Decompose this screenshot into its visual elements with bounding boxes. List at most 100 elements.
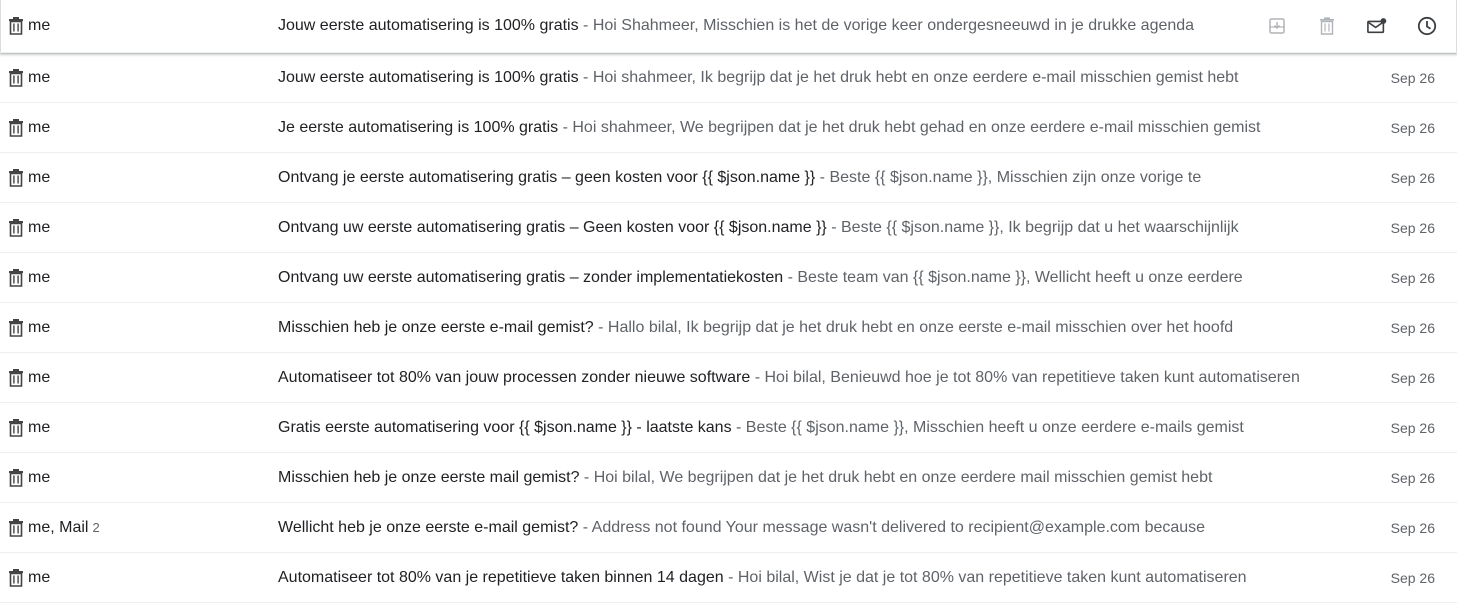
email-sender: me (28, 419, 50, 437)
sender-name: me (28, 268, 51, 286)
email-subject: Je eerste automatisering is 100% gratis (278, 118, 559, 136)
email-subject: Misschien heb je onze eerste e-mail gemi… (278, 318, 594, 336)
email-row[interactable]: me Jouw eerste automatisering is 100% gr… (0, 0, 1457, 53)
snippet-separator: - (578, 518, 592, 536)
email-row[interactable]: me Ontvang uw eerste automatisering grat… (0, 253, 1457, 303)
email-content: Jouw eerste automatisering is 100% grati… (278, 17, 1230, 35)
email-date: Sep 26 (1390, 169, 1435, 186)
email-row[interactable]: me Je eerste automatisering is 100% grat… (0, 103, 1457, 153)
email-date: Sep 26 (1390, 69, 1435, 86)
sender-name: me, Mail (28, 518, 89, 536)
sender-name: me (28, 568, 51, 586)
trash-icon[interactable] (8, 17, 24, 35)
email-content: Automatiseer tot 80% van jouw processen … (278, 369, 1318, 387)
sender-name: me (28, 218, 51, 236)
trash-icon[interactable] (8, 118, 24, 137)
sender-name: me (28, 468, 51, 486)
email-row[interactable]: me Gratis eerste automatisering voor {{ … (0, 403, 1457, 453)
email-content: Ontvang uw eerste automatisering gratis … (278, 219, 1318, 237)
email-content: Wellicht heb je onze eerste e-mail gemis… (278, 519, 1318, 537)
email-subject: Misschien heb je onze eerste mail gemist… (278, 468, 580, 486)
email-subject: Ontvang je eerste automatisering gratis … (278, 168, 816, 186)
email-date: Sep 26 (1390, 369, 1435, 386)
trash-icon[interactable] (8, 568, 24, 587)
trash-icon[interactable] (8, 268, 24, 287)
email-snippet: Hallo bilal, Ik begrijp dat je het druk … (607, 318, 1234, 336)
trash-icon[interactable] (8, 68, 24, 87)
email-sender: me (28, 169, 50, 187)
trash-icon[interactable] (8, 318, 24, 337)
email-sender: me (28, 219, 50, 237)
email-date: Sep 26 (1390, 219, 1435, 236)
sender-name: me (28, 418, 51, 436)
sender-name: me (28, 68, 51, 86)
email-sender: me (28, 369, 50, 387)
sender-name: me (28, 318, 51, 336)
trash-icon[interactable] (8, 168, 24, 187)
email-content: Automatiseer tot 80% van je repetitieve … (278, 569, 1318, 587)
snippet-separator: - (579, 468, 594, 486)
email-content: Misschien heb je onze eerste mail gemist… (278, 469, 1318, 487)
email-subject: Jouw eerste automatisering is 100% grati… (278, 17, 579, 34)
email-sender: me, Mail 2 (28, 519, 100, 537)
email-snippet: Hoi shahmeer, Ik begrijp dat je het druk… (592, 68, 1239, 86)
email-subject: Gratis eerste automatisering voor {{ $js… (278, 418, 732, 436)
snippet-separator: - (783, 268, 798, 286)
email-sender: me (28, 17, 50, 35)
trash-icon[interactable] (8, 518, 24, 537)
email-date: Sep 26 (1390, 519, 1435, 536)
email-date: Sep 26 (1390, 469, 1435, 486)
email-subject: Automatiseer tot 80% van jouw processen … (278, 368, 751, 386)
snippet-separator: - (578, 17, 593, 34)
snippet-separator: - (826, 218, 841, 236)
email-content: Ontvang uw eerste automatisering gratis … (278, 269, 1318, 287)
snippet-separator: - (731, 418, 746, 436)
email-sender: me (28, 69, 50, 87)
email-row[interactable]: me Misschien heb je onze eerste mail gem… (0, 453, 1457, 503)
sender-name: me (28, 17, 51, 34)
email-snippet: Hoi bilal, Wist je dat je tot 80% van re… (737, 568, 1247, 586)
email-snippet: Beste team van {{ $json.name }}, Wellich… (797, 268, 1243, 286)
email-content: Je eerste automatisering is 100% gratis … (278, 119, 1318, 137)
email-row[interactable]: me Ontvang je eerste automatisering grat… (0, 153, 1457, 203)
trash-icon[interactable] (8, 218, 24, 237)
email-content: Misschien heb je onze eerste e-mail gemi… (278, 319, 1318, 337)
trash-icon[interactable] (8, 368, 24, 387)
email-row[interactable]: me Misschien heb je onze eerste e-mail g… (0, 303, 1457, 353)
email-row[interactable]: me Automatiseer tot 80% van je repetitie… (0, 553, 1457, 603)
snippet-separator: - (558, 118, 573, 136)
email-sender: me (28, 469, 50, 487)
email-sender: me (28, 569, 50, 587)
email-snippet: Beste {{ $json.name }}, Ik begrijp dat u… (841, 218, 1239, 236)
email-date: Sep 26 (1390, 569, 1435, 586)
sender-name: me (28, 168, 51, 186)
email-row[interactable]: me Ontvang uw eerste automatisering grat… (0, 203, 1457, 253)
email-snippet: Hoi Shahmeer, Misschien is het de vorige… (592, 17, 1195, 34)
hover-actions (1267, 16, 1437, 36)
email-subject: Wellicht heb je onze eerste e-mail gemis… (278, 518, 579, 536)
email-snippet: Hoi bilal, Benieuwd hoe je tot 80% van r… (764, 368, 1300, 386)
snippet-separator: - (593, 318, 608, 336)
email-row[interactable]: me Jouw eerste automatisering is 100% gr… (0, 53, 1457, 103)
email-subject: Ontvang uw eerste automatisering gratis … (278, 218, 827, 236)
email-row[interactable]: me Automatiseer tot 80% van jouw process… (0, 353, 1457, 403)
email-date: Sep 26 (1390, 319, 1435, 336)
email-subject: Jouw eerste automatisering is 100% grati… (278, 68, 579, 86)
mark-unread-icon[interactable] (1367, 16, 1387, 36)
trash-icon[interactable] (8, 418, 24, 437)
trash-icon[interactable] (8, 468, 24, 487)
snippet-separator: - (578, 68, 593, 86)
email-date: Sep 26 (1390, 269, 1435, 286)
archive-icon[interactable] (1267, 16, 1287, 36)
email-row[interactable]: me, Mail 2 Wellicht heb je onze eerste e-… (0, 503, 1457, 553)
email-content: Ontvang je eerste automatisering gratis … (278, 169, 1318, 187)
snooze-icon[interactable] (1417, 16, 1437, 36)
snippet-separator: - (723, 568, 738, 586)
email-subject: Automatiseer tot 80% van je repetitieve … (278, 568, 724, 586)
delete-icon[interactable] (1317, 16, 1337, 36)
email-sender: me (28, 319, 50, 337)
email-content: Jouw eerste automatisering is 100% grati… (278, 69, 1318, 87)
email-snippet: Hoi shahmeer, We begrijpen dat je het dr… (572, 118, 1261, 136)
email-list: me Jouw eerste automatisering is 100% gr… (0, 0, 1457, 603)
email-date: Sep 26 (1390, 419, 1435, 436)
